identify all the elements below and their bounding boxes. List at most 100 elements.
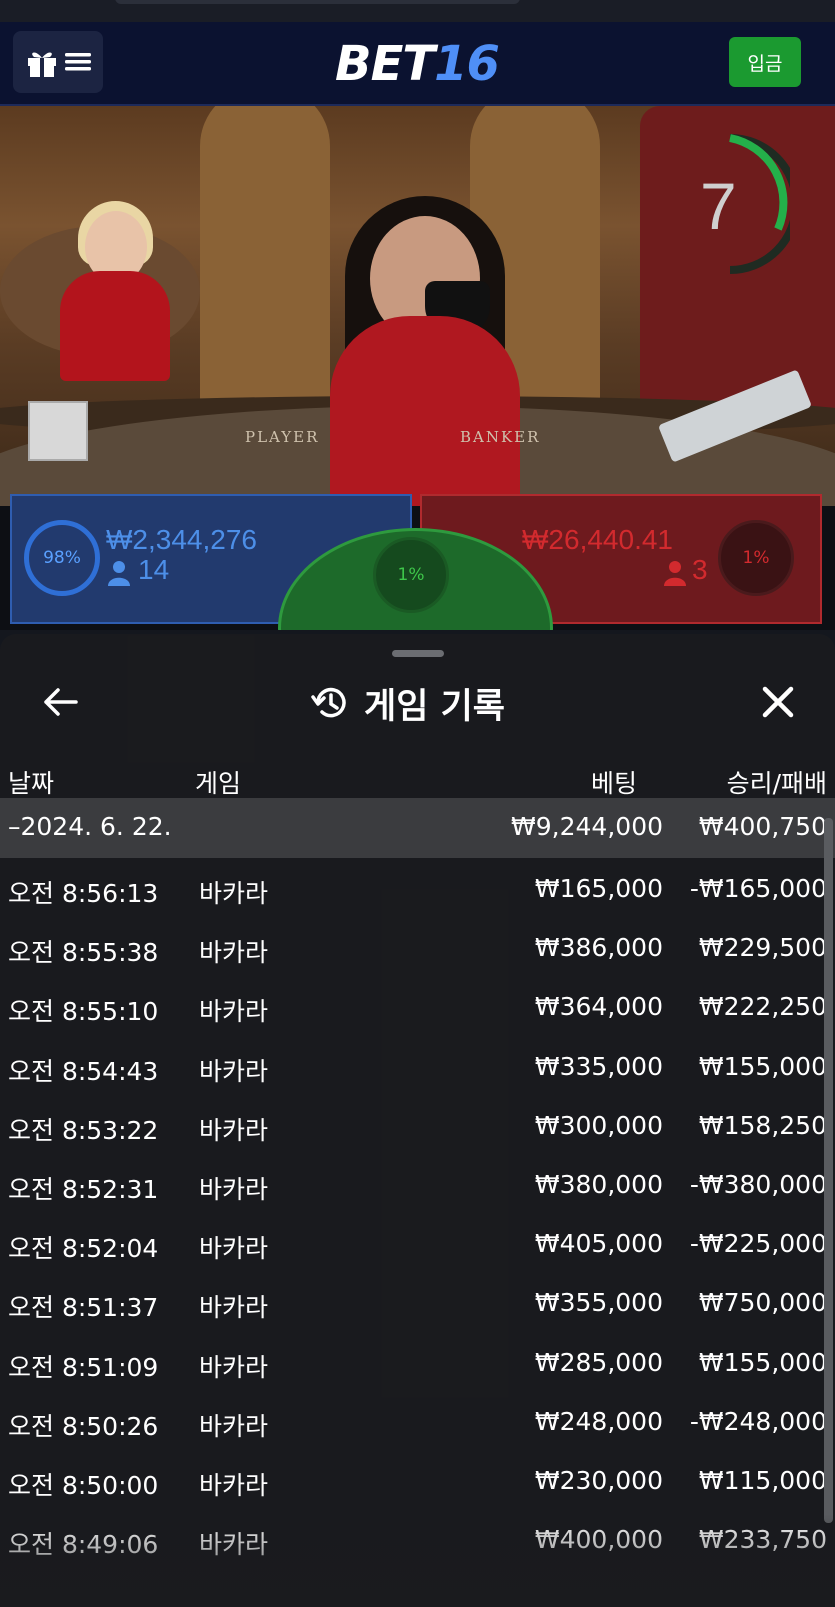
table-row[interactable]: 오전 8:55:10 바카라 ₩364,000 ₩222,250 [0,978,835,1038]
row-bet: ₩300,000 [534,1110,663,1140]
app-header: BET16 입금 [0,22,835,106]
drag-handle[interactable] [392,650,444,657]
row-time: 오전 8:56:13 [8,879,159,908]
row-time: 오전 8:51:37 [8,1293,159,1323]
row-time: 오전 8:54:43 [8,1056,159,1086]
logo-text: BET [335,36,435,92]
banker-percent-ring: 1% [718,520,794,596]
row-bet: ₩335,000 [534,1051,663,1081]
row-result: ₩222,250 [698,992,827,1022]
row-result: -₩225,000 [689,1229,827,1259]
user-icon [108,561,130,586]
row-result: ₩155,000 [698,1051,827,1081]
table-row[interactable]: 오전 8:56:13 바카라 ₩165,000 -₩165,000 [0,860,835,920]
sheet-title: 게임 기록 [310,678,505,728]
row-game: 바카라 [199,1056,269,1086]
row-game: 바카라 [199,1471,269,1500]
history-clock-icon [311,687,346,718]
row-bet: ₩165,000 [534,874,663,903]
row-bet: ₩386,000 [534,933,663,963]
row-time: 오전 8:50:26 [8,1411,159,1441]
dealer [330,316,520,506]
date-group-row[interactable]: –2024. 6. 22. ₩9,244,000 ₩400,750 [0,798,835,858]
row-game: 바카라 [199,1234,269,1264]
row-result: -₩248,000 [689,1406,827,1436]
felt-banker-label: BANKER [460,428,541,446]
row-game: 바카라 [199,1175,269,1204]
felt-player-label: PLAYER [245,428,320,446]
countdown-number: 7 [700,169,737,243]
gift-icon [28,52,56,77]
row-result: -₩165,000 [689,874,827,903]
menu-button[interactable] [13,31,103,93]
player-amount: ₩2,344,276 [106,524,257,555]
user-icon [664,561,686,586]
table-row[interactable]: 오전 8:55:38 바카라 ₩386,000 ₩229,500 [0,919,835,979]
row-result: ₩229,500 [698,933,827,963]
row-time: 오전 8:53:22 [8,1115,159,1145]
row-bet: ₩355,000 [534,1288,663,1318]
close-icon [762,686,794,718]
row-bet: ₩285,000 [534,1347,663,1377]
row-game: 바카라 [199,1352,269,1382]
row-game: 바카라 [199,1115,269,1145]
row-time: 오전 8:55:10 [8,997,159,1027]
game-history-sheet: 게임 기록 날짜 게임 베팅 승리/패배 –2024. 6. 22. ₩9,24… [0,634,835,1607]
group-bet-total: ₩9,244,000 [511,812,663,841]
player-percent-ring: 98% [24,520,100,596]
row-result: ₩750,000 [698,1288,827,1318]
table-row[interactable]: 오전 8:54:43 바카라 ₩335,000 ₩155,000 [0,1038,835,1098]
row-result: ₩115,000 [698,1466,827,1495]
close-button[interactable] [756,680,800,724]
row-bet: ₩380,000 [534,1170,663,1199]
row-result: ₩158,250 [698,1110,827,1140]
row-game: 바카라 [199,938,269,968]
row-bet: ₩230,000 [534,1466,663,1495]
top-strip [0,0,835,22]
bottom-fade [0,1514,835,1607]
status-pill [115,0,520,4]
banker-amount: ₩26,440.41 [522,524,673,555]
table-row[interactable]: 오전 8:50:00 바카라 ₩230,000 ₩115,000 [0,1452,835,1512]
sheet-title-text: 게임 기록 [364,686,505,727]
table-row[interactable]: 오전 8:53:22 바카라 ₩300,000 ₩158,250 [0,1097,835,1157]
table-row[interactable]: 오전 8:51:09 바카라 ₩285,000 ₩155,000 [0,1334,835,1394]
row-result: ₩155,000 [698,1347,827,1377]
row-result: -₩380,000 [689,1170,827,1199]
row-game: 바카라 [199,1411,269,1441]
group-result-total: ₩400,750 [698,812,827,841]
column-bet[interactable]: 베팅 [591,764,637,800]
table-row[interactable]: 오전 8:52:31 바카라 ₩380,000 -₩380,000 [0,1156,835,1216]
row-time: 오전 8:51:09 [8,1352,159,1382]
card-shoe [28,401,88,461]
row-game: 바카라 [199,997,269,1027]
background-dealer [60,271,170,381]
bet-summary: 98% ₩2,344,276 14 ₩26,440.41 3 1% 1% [0,490,835,728]
back-button[interactable] [38,680,82,724]
table-row[interactable]: 오전 8:51:37 바카라 ₩355,000 ₩750,000 [0,1274,835,1334]
player-count: 14 [138,554,170,585]
scrollbar[interactable] [824,818,833,1523]
wall-panel [200,106,330,416]
arrow-left-icon [44,688,78,716]
deposit-button[interactable]: 입금 [729,37,801,87]
row-time: 오전 8:55:38 [8,938,159,968]
live-video: PLAYER BANKER 7 [0,106,835,506]
column-game[interactable]: 게임 [195,764,241,800]
group-date: –2024. 6. 22. [8,812,172,841]
row-time: 오전 8:52:31 [8,1175,159,1204]
table-row[interactable]: 오전 8:50:26 바카라 ₩248,000 -₩248,000 [0,1393,835,1453]
row-bet: ₩364,000 [534,992,663,1022]
column-result[interactable]: 승리/패배 [727,764,827,800]
row-bet: ₩248,000 [534,1406,663,1436]
column-date[interactable]: 날짜 [8,764,54,800]
row-time: 오전 8:52:04 [8,1234,159,1264]
hamburger-icon [65,53,91,71]
row-bet: ₩405,000 [534,1229,663,1259]
brand-logo[interactable]: BET16 [335,36,500,92]
table-row[interactable]: 오전 8:52:04 바카라 ₩405,000 -₩225,000 [0,1215,835,1275]
row-time: 오전 8:50:00 [8,1471,159,1500]
logo-number: 16 [434,36,500,92]
tie-percent-ring: 1% [373,537,449,613]
row-game: 바카라 [199,879,269,908]
